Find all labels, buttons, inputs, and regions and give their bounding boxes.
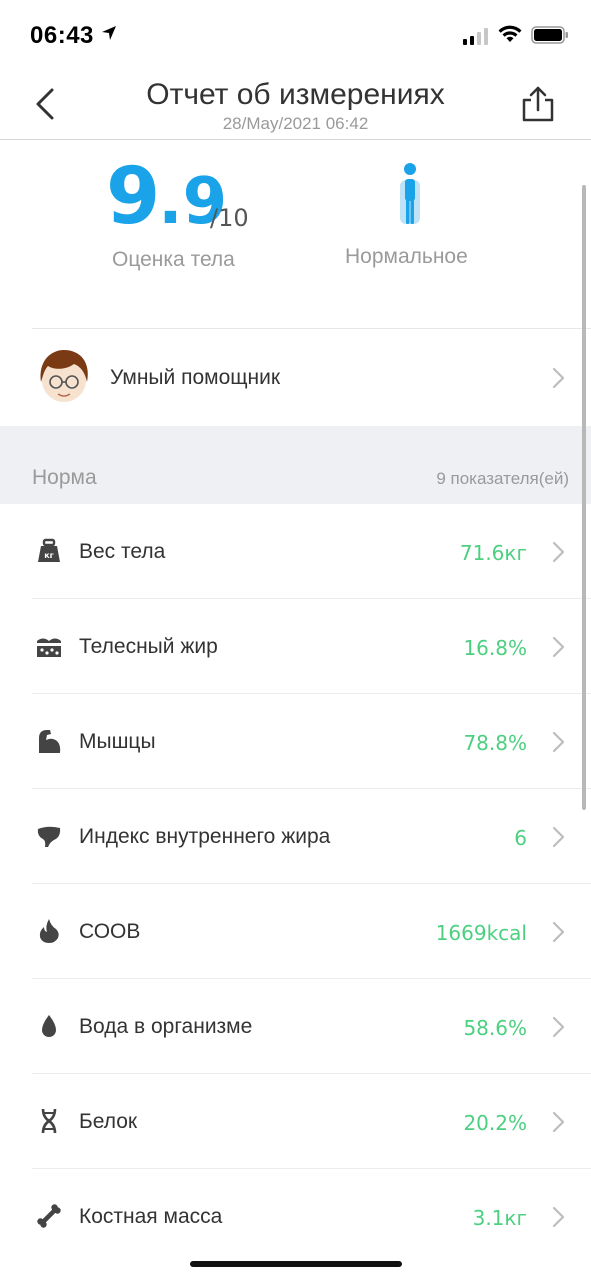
- flame-icon: [39, 919, 59, 943]
- chevron-right-icon: [552, 1016, 565, 1038]
- metric-label: Белок: [79, 1110, 138, 1133]
- metric-value: 6: [514, 826, 527, 850]
- nav-bar: Отчет об измерениях 28/May/2021 06:42: [0, 70, 591, 140]
- status-bar: 06:43: [0, 0, 591, 70]
- smart-assistant-row[interactable]: Умный помощник: [0, 330, 591, 426]
- chevron-right-icon: [552, 1111, 565, 1133]
- battery-icon: [531, 26, 568, 44]
- metric-label: Индекс внутреннего жира: [79, 825, 331, 848]
- chevron-right-icon: [552, 1206, 565, 1228]
- metric-row-bmr[interactable]: СООВ 1669kcal: [0, 884, 591, 979]
- bone-icon: [37, 1204, 61, 1228]
- body-fat-icon: [37, 638, 61, 657]
- wifi-icon: [498, 25, 522, 42]
- metric-value: 20.2%: [463, 1111, 527, 1135]
- smart-assistant-label: Умный помощник: [110, 366, 281, 389]
- dna-icon: [41, 1108, 57, 1134]
- scrollbar[interactable]: [582, 185, 586, 810]
- metric-label: СООВ: [79, 920, 141, 943]
- status-time: 06:43: [30, 22, 94, 49]
- metric-row-bone-mass[interactable]: Костная масса 3.1кг: [0, 1169, 591, 1264]
- divider: [32, 328, 591, 329]
- page-subtitle-date: 28/May/2021 06:42: [222, 114, 369, 133]
- metric-value: 58.6%: [463, 1016, 527, 1040]
- metric-value: 78.8%: [463, 731, 527, 755]
- metric-label: Костная масса: [79, 1205, 223, 1228]
- metric-label: Вода в организме: [79, 1015, 253, 1038]
- chevron-right-icon: [552, 731, 565, 753]
- score-max: /10: [210, 204, 249, 232]
- page-title: Отчет об измерениях: [146, 78, 445, 111]
- body-score-value: 9.9: [106, 152, 227, 242]
- home-indicator[interactable]: [190, 1261, 402, 1267]
- chevron-right-icon: [552, 541, 565, 563]
- signal-icon: [463, 27, 488, 45]
- metric-row-visceral-fat[interactable]: Индекс внутреннего жира 6: [0, 789, 591, 884]
- metric-label: Вес тела: [79, 540, 166, 563]
- metric-value: 1669kcal: [435, 921, 527, 945]
- norm-count: 9 показателя(ей): [436, 469, 569, 488]
- metric-value: 3.1кг: [472, 1206, 527, 1230]
- body-type-label: Нормальное: [345, 245, 468, 268]
- metric-row-body-water[interactable]: Вода в организме 58.6%: [0, 979, 591, 1074]
- metric-row-muscle[interactable]: Мышцы 78.8%: [0, 694, 591, 789]
- share-icon[interactable]: [520, 84, 556, 124]
- norm-section-header: Норма 9 показателя(ей): [0, 426, 591, 504]
- metric-row-body-fat[interactable]: Телесный жир 16.8%: [0, 599, 591, 694]
- body-score-section: 9.9 /10 Оценка тела Нормальное: [0, 150, 591, 330]
- chevron-right-icon: [552, 921, 565, 943]
- weight-icon: кг: [38, 538, 60, 562]
- visceral-fat-icon: [37, 826, 61, 847]
- metric-label: Мышцы: [79, 730, 156, 753]
- chevron-right-icon: [552, 367, 565, 389]
- chevron-right-icon: [552, 826, 565, 848]
- norm-title: Норма: [32, 466, 97, 489]
- metric-row-weight[interactable]: кг Вес тела 71.6кг: [0, 504, 591, 599]
- chevron-right-icon: [552, 636, 565, 658]
- score-integer: 9: [106, 152, 160, 242]
- metric-value: 16.8%: [463, 636, 527, 660]
- water-drop-icon: [42, 1015, 56, 1037]
- body-figure-icon: [400, 163, 420, 224]
- metric-value: 71.6кг: [459, 541, 527, 565]
- metric-label: Телесный жир: [79, 635, 218, 658]
- score-label: Оценка тела: [112, 248, 235, 271]
- muscle-icon: [39, 730, 61, 753]
- svg-text:кг: кг: [44, 551, 54, 560]
- metric-row-protein[interactable]: Белок 20.2%: [0, 1074, 591, 1169]
- location-arrow-icon: [102, 26, 116, 40]
- assistant-avatar: [40, 350, 88, 402]
